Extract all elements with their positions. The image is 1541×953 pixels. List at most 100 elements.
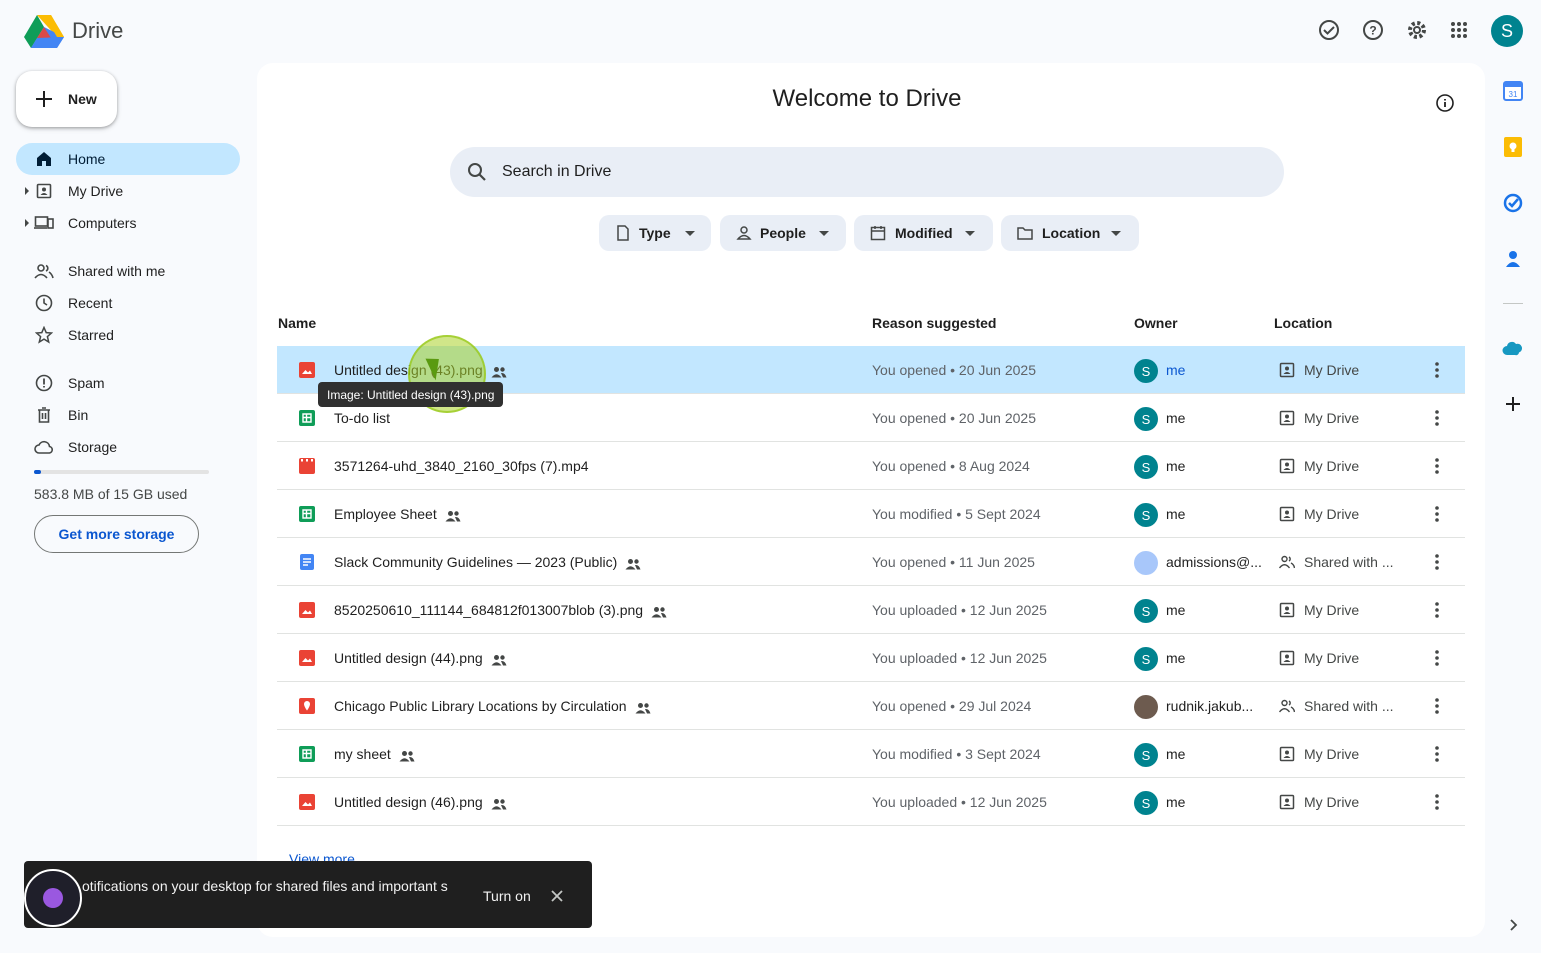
file-name[interactable]: Employee Sheet (334, 506, 461, 522)
file-row[interactable]: 8520250610_111144_684812f013007blob (3).… (277, 586, 1465, 634)
more-actions-icon[interactable] (1427, 456, 1447, 476)
computers-icon (34, 214, 54, 232)
snackbar-message: otifications on your desktop for shared … (82, 878, 448, 894)
sidebar-item-storage[interactable]: Storage (16, 431, 240, 463)
file-row[interactable]: my sheet You modified • 3 Sept 2024 Sme My … (277, 730, 1465, 778)
more-actions-icon[interactable] (1427, 360, 1447, 380)
filter-chip-location[interactable]: Location (1001, 215, 1139, 251)
close-icon[interactable] (550, 889, 564, 903)
side-panel-divider (1503, 303, 1523, 304)
settings-icon[interactable] (1403, 16, 1431, 44)
file-name[interactable]: To-do list (334, 410, 390, 426)
file-name[interactable]: Slack Community Guidelines — 2023 (Publi… (334, 554, 641, 570)
shared-people-icon (399, 749, 415, 762)
sidebar-item-my-drive[interactable]: My Drive (16, 175, 240, 207)
more-actions-icon[interactable] (1427, 552, 1447, 572)
filter-chip-type[interactable]: Type (599, 215, 711, 251)
file-name-text: To-do list (334, 410, 391, 426)
filter-chip-modified[interactable]: Modified (854, 215, 993, 251)
file-name[interactable]: Untitled design (44).png (334, 650, 507, 666)
dropdown-arrow-icon (1111, 231, 1121, 236)
info-icon[interactable] (1435, 93, 1455, 113)
filter-chip-label: People (760, 225, 806, 241)
clock-icon (34, 294, 54, 312)
column-header-owner[interactable]: Owner (1134, 315, 1178, 331)
page-title: Welcome to Drive (772, 85, 962, 112)
more-actions-icon[interactable] (1427, 600, 1447, 620)
file-name[interactable]: 3571264-uhd_3840_2160_30fps (7).mp4 (334, 458, 589, 474)
file-name[interactable]: my sheet (334, 746, 415, 762)
sidebar-item-recent[interactable]: Recent (16, 287, 240, 319)
owner-avatar (1134, 695, 1158, 719)
more-actions-icon[interactable] (1427, 696, 1447, 716)
tasks-icon[interactable] (1502, 192, 1524, 214)
file-name-text: Employee Sheet (334, 506, 437, 522)
chevron-right-icon[interactable] (1506, 918, 1520, 932)
column-header-reason[interactable]: Reason suggested (872, 315, 996, 331)
file-name-text: Untitled design (44).png (334, 650, 483, 666)
more-actions-icon[interactable] (1427, 648, 1447, 668)
file-name[interactable]: 8520250610_111144_684812f013007blob (3).… (334, 602, 667, 618)
help-icon[interactable]: ? (1359, 16, 1387, 44)
file-row[interactable]: 3571264-uhd_3840_2160_30fps (7).mp4 You o… (277, 442, 1465, 490)
sidebar-item-bin[interactable]: Bin (16, 399, 240, 431)
drive-logo-icon[interactable] (24, 14, 64, 48)
sidebar-item-starred[interactable]: Starred (16, 319, 240, 351)
app-title[interactable]: Drive (72, 18, 123, 44)
more-actions-icon[interactable] (1427, 792, 1447, 812)
owner-avatar: S (1134, 647, 1158, 671)
get-more-storage-button[interactable]: Get more storage (34, 515, 199, 553)
calendar-icon[interactable]: 31 (1502, 80, 1524, 102)
account-avatar[interactable]: S (1491, 15, 1523, 47)
file-row[interactable]: Slack Community Guidelines — 2023 (Publi… (277, 538, 1465, 586)
search-input[interactable] (502, 159, 1242, 185)
search-icon[interactable] (466, 161, 488, 183)
file-name-text: Untitled design (46).png (334, 794, 483, 810)
sidebar-item-spam[interactable]: Spam (16, 367, 240, 399)
more-actions-icon[interactable] (1427, 504, 1447, 524)
filter-chip-people[interactable]: People (720, 215, 846, 251)
file-name[interactable]: Untitled design (46).png (334, 794, 507, 810)
column-header-name[interactable]: Name (278, 315, 316, 331)
turn-on-button[interactable]: Turn on (483, 888, 531, 904)
file-row[interactable]: Employee Sheet You modified • 5 Sept 2024… (277, 490, 1465, 538)
main-panel: Welcome to Drive Type People Modified Lo… (257, 63, 1485, 937)
file-row[interactable]: Chicago Public Library Locations by Circ… (277, 682, 1465, 730)
file-location: My Drive (1304, 410, 1360, 426)
ready-for-offline-icon[interactable] (1315, 16, 1343, 44)
salesforce-icon[interactable] (1502, 337, 1524, 359)
apps-grid-icon[interactable] (1445, 16, 1473, 44)
sidebar-item-shared-with-me[interactable]: Shared with me (16, 255, 240, 287)
dropdown-arrow-icon (819, 231, 829, 236)
filter-chip-label: Location (1042, 225, 1101, 241)
shared-people-icon (635, 701, 651, 714)
file-row[interactable]: Untitled design (46).png You uploaded • 1… (277, 778, 1465, 826)
my-drive-icon (34, 182, 54, 200)
sidebar-item-computers[interactable]: Computers (16, 207, 240, 239)
keep-icon[interactable] (1502, 136, 1524, 158)
more-actions-icon[interactable] (1427, 744, 1447, 764)
bin-icon (34, 406, 54, 424)
file-name[interactable]: Chicago Public Library Locations by Circ… (334, 698, 651, 714)
contacts-icon[interactable] (1502, 248, 1524, 270)
reason-suggested: You modified • 3 Sept 2024 (872, 746, 1041, 762)
folder-icon (1017, 227, 1033, 240)
expand-caret-icon[interactable] (25, 219, 29, 227)
assistant-bubble-icon[interactable] (24, 869, 82, 927)
column-header-location[interactable]: Location (1274, 315, 1332, 331)
new-button[interactable]: New (16, 71, 117, 127)
file-location: My Drive (1304, 362, 1360, 378)
shared-people-icon (491, 365, 507, 378)
add-icon[interactable] (1502, 393, 1524, 415)
owner-avatar: S (1134, 791, 1158, 815)
my-drive-icon (1279, 410, 1295, 426)
more-actions-icon[interactable] (1427, 408, 1447, 428)
file-row[interactable]: Untitled design (44).png You uploaded • 1… (277, 634, 1465, 682)
file-location: Shared with ... (1304, 554, 1394, 570)
sidebar-item-home[interactable]: Home (16, 143, 240, 175)
my-drive-icon (1279, 794, 1295, 810)
file-icon (617, 225, 629, 241)
search-bar[interactable] (450, 147, 1284, 197)
expand-caret-icon[interactable] (25, 187, 29, 195)
sidebar-item-label: Recent (68, 295, 113, 311)
